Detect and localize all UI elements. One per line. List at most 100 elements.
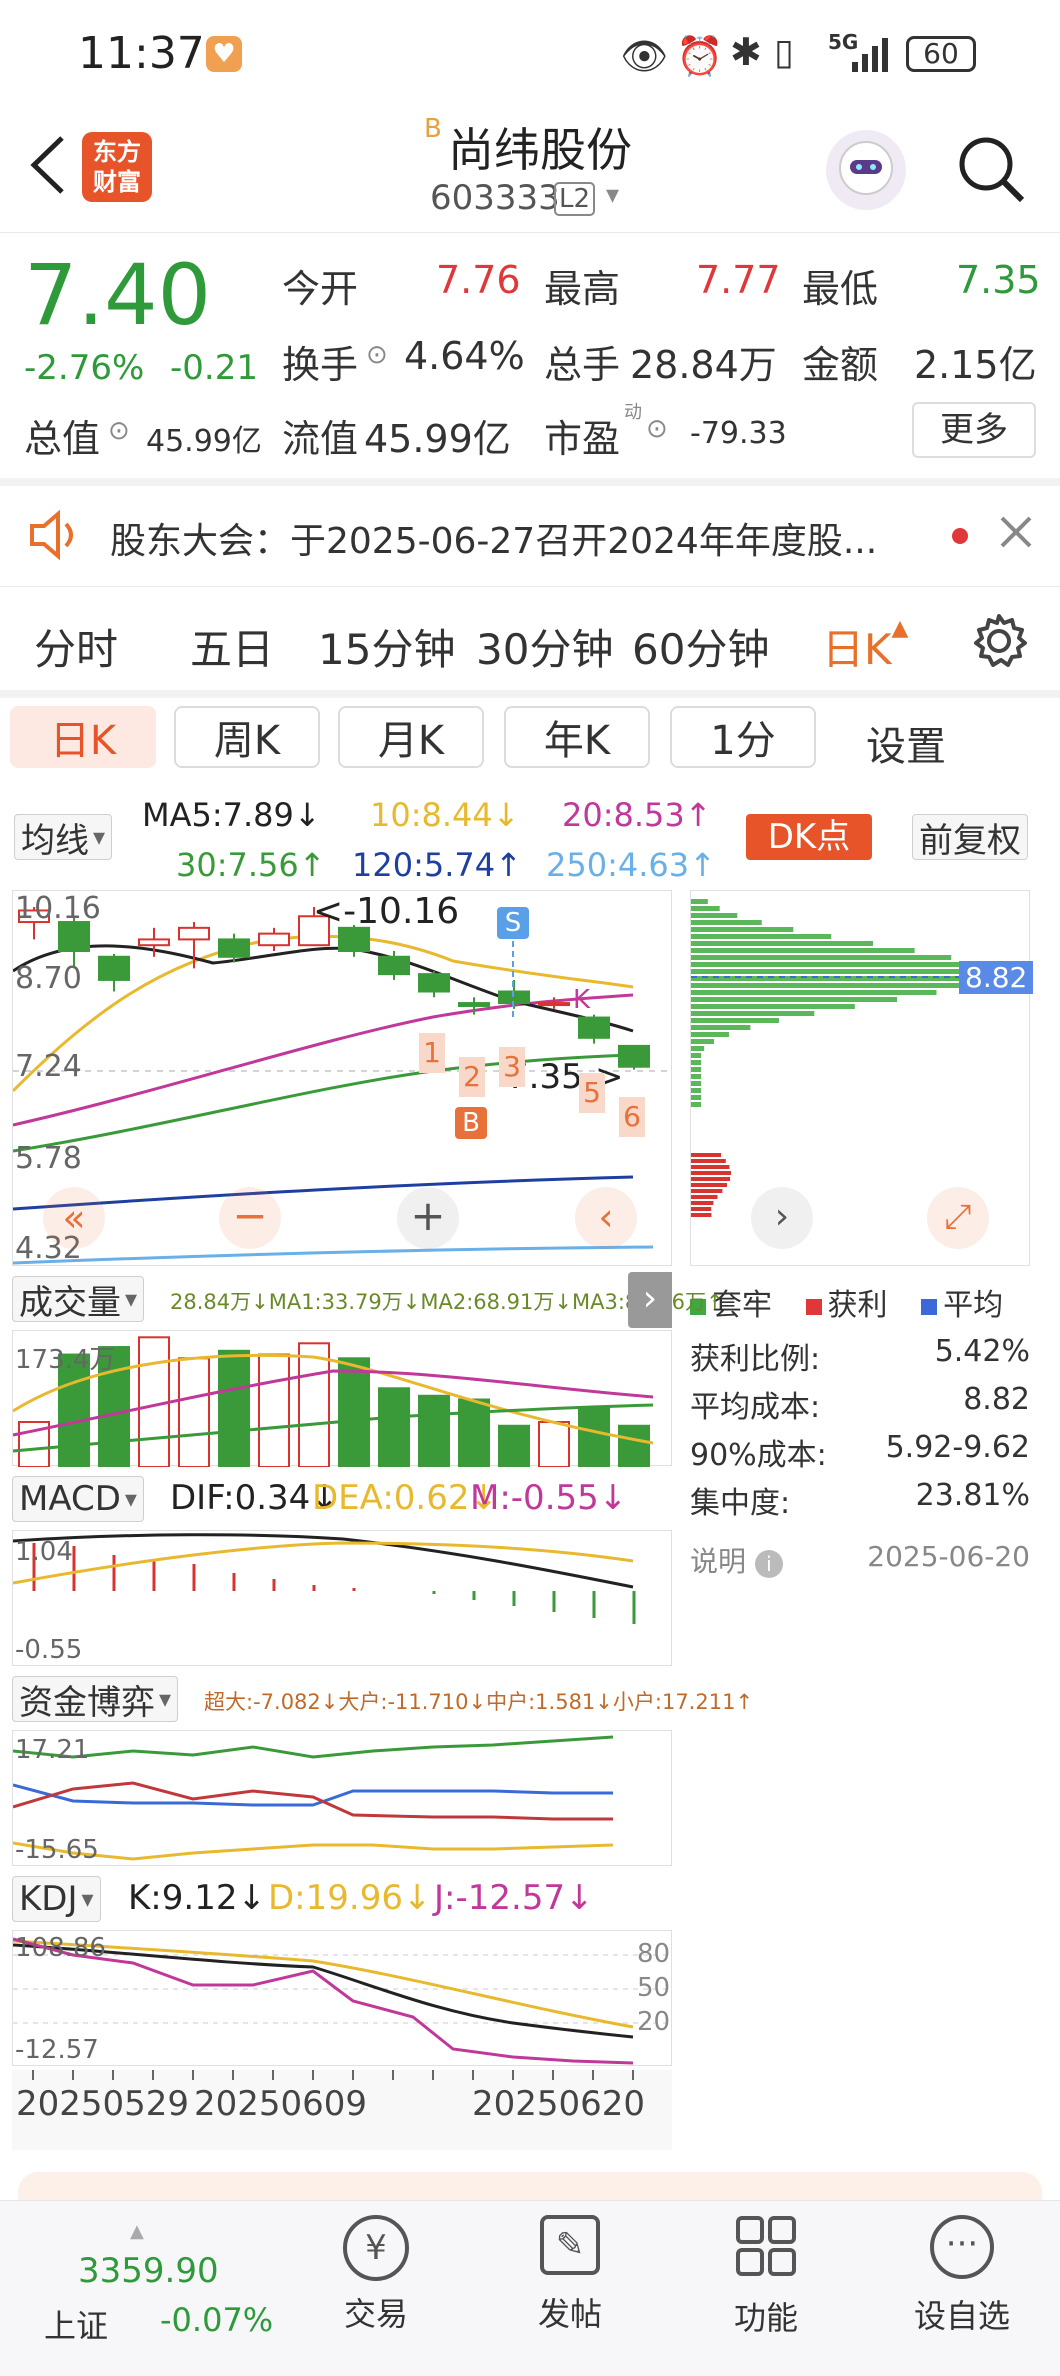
notice-bar[interactable]: 股东大会：于2025-06-27召开2024年年度股... (0, 486, 1060, 586)
tab-daily-k[interactable]: 日K▲ (822, 616, 908, 677)
chevron-down-icon: ▾ (606, 180, 620, 210)
volume-bar (378, 1387, 410, 1467)
collapse-side-button[interactable]: › (628, 1272, 672, 1328)
chip-bar-profit (691, 1183, 727, 1187)
stock-title[interactable]: B 尚纬股份 603333 L2 ▾ (420, 110, 680, 220)
stat-key: 获利比例: (690, 1342, 821, 1377)
expand-icon[interactable]: ⤢ (927, 1187, 989, 1249)
adjust-selector[interactable]: 前复权 (912, 814, 1028, 861)
info-icon[interactable]: ⊙ (108, 416, 130, 446)
nav-post[interactable]: ✎ 发帖 (520, 2215, 620, 2335)
kdj-chart[interactable]: 108.86 -12.57 80 50 20 (12, 1930, 673, 2066)
dk-button[interactable]: DK点 (746, 814, 872, 860)
signal-mark-b[interactable]: B (455, 1107, 487, 1139)
gear-icon[interactable] (968, 610, 1030, 676)
caret-up-icon: ▲ (130, 2221, 144, 2242)
subtab-settings[interactable]: 设置 (866, 714, 946, 772)
candle-body (498, 990, 530, 1005)
date-label-end: 20250620 (472, 2084, 646, 2124)
chip-distribution-chart[interactable]: 8.82 › ⤢ (690, 890, 1034, 1266)
subtab-1min[interactable]: 1分 (670, 706, 816, 768)
close-icon[interactable] (996, 512, 1036, 556)
tab-30min[interactable]: 30分钟 (476, 616, 613, 677)
volume-bar (498, 1424, 530, 1467)
chevron-right-icon[interactable]: › (751, 1187, 813, 1249)
kdj-selector[interactable]: KDJ ▾ (12, 1876, 101, 1922)
volume-selector[interactable]: 成交量 ▾ (12, 1276, 145, 1323)
chip-bar (691, 1011, 815, 1016)
signal-mark-s[interactable]: S (497, 907, 529, 939)
chip-bar (691, 983, 968, 988)
macd-chart[interactable]: 1.04 -0.55 (12, 1530, 672, 1666)
unread-dot (952, 528, 968, 544)
volume-top-label: 173.4万 (15, 1345, 116, 1375)
battery-level: 60 (923, 37, 959, 70)
macd-selector-label: MACD (19, 1479, 121, 1519)
macd-selector[interactable]: MACD ▾ (12, 1476, 144, 1522)
zoom-in-button[interactable]: + (397, 1187, 459, 1249)
ma120-line (13, 1175, 634, 1211)
fund-selector[interactable]: 资金博弈 ▾ (12, 1676, 179, 1723)
count-mark-6: 6 (619, 1097, 645, 1137)
more-button[interactable]: 更多 (912, 402, 1036, 458)
candle-body (578, 1016, 610, 1039)
nav-functions[interactable]: 功能 (716, 2215, 816, 2339)
kdj-k: K:9.12↓ (128, 1878, 266, 1918)
zoom-out-button[interactable]: − (219, 1187, 281, 1249)
info-icon[interactable]: ⊙ (646, 414, 668, 444)
robot-assistant-icon[interactable] (826, 130, 906, 210)
subtab-yearly[interactable]: 年K (504, 706, 650, 768)
volume-chart[interactable]: 173.4万 (12, 1330, 672, 1467)
low-label: 最低 (802, 267, 879, 311)
app-logo[interactable]: 东方 财富 (82, 132, 152, 202)
chip-bar-profit (691, 1177, 731, 1181)
info-icon[interactable]: ⊙ (366, 340, 388, 370)
tab-five-day[interactable]: 五日 (190, 616, 274, 677)
nav-watchlist-label: 设自选 (913, 2297, 1010, 2335)
kdj-d-line (13, 1939, 634, 2029)
candle-body (618, 1044, 650, 1068)
volume-bar (578, 1406, 610, 1467)
nav-trade[interactable]: ¥ 交易 (326, 2215, 426, 2335)
tab-intraday[interactable]: 分时 (34, 616, 118, 677)
search-icon[interactable] (952, 130, 1032, 210)
fund-super-line (13, 1841, 614, 1861)
speaker-icon (26, 509, 84, 564)
y-label-4: 5.78 (15, 1141, 82, 1176)
notice-text: 股东大会：于2025-06-27召开2024年年度股... (110, 521, 878, 562)
volume-bar (178, 1357, 210, 1467)
quote-panel: 7.40 -2.76% -0.21 总值 ⊙ 45.99亿 今开 7.76 最高… (0, 232, 1060, 482)
subtab-monthly[interactable]: 月K (338, 706, 484, 768)
scroll-left-button[interactable]: « (43, 1187, 105, 1249)
eye-icon: 👁 (620, 34, 669, 78)
chip-bar (691, 899, 708, 904)
k-chart[interactable]: 10.16 8.70 7.24 5.78 4.32 <-10.16 7.35->… (12, 890, 673, 1266)
volume-bar (338, 1357, 370, 1467)
nav-watchlist[interactable]: ··· 设自选 (912, 2215, 1012, 2337)
chip-bar (691, 962, 978, 967)
step-left-button[interactable]: ‹ (575, 1187, 637, 1249)
subtab-weekly[interactable]: 周K (174, 706, 320, 768)
index-ticker[interactable]: ▲ 3359.90 上证 -0.07% (40, 2221, 280, 2351)
chip-bar-profit (691, 1207, 712, 1211)
mcap-value: 45.99亿 (146, 424, 262, 459)
tab-15min[interactable]: 15分钟 (318, 616, 455, 677)
divider-band (0, 690, 1060, 698)
candle-body (218, 938, 250, 958)
candle-body (98, 955, 130, 981)
chip-note[interactable]: 说明 i (690, 1540, 783, 1580)
macd-dea-line (13, 1541, 634, 1585)
tab-60min[interactable]: 60分钟 (632, 616, 769, 677)
back-icon[interactable] (22, 130, 72, 200)
battery-icon: 60 (906, 36, 976, 72)
ma-selector[interactable]: 均线 ▾ (14, 814, 113, 861)
logo-line1: 东方 (93, 138, 141, 166)
change-percent: -2.76% (24, 348, 145, 388)
y-label-top: 10.16 (15, 891, 101, 926)
open-label: 今开 (282, 267, 359, 311)
fund-chart[interactable]: 17.21 -15.65 (12, 1730, 672, 1866)
subtab-daily[interactable]: 日K (10, 706, 156, 768)
fund-selector-label: 资金博弈 (19, 1682, 155, 1723)
chip-bar (691, 1004, 855, 1009)
change-value: -0.21 (170, 348, 258, 388)
